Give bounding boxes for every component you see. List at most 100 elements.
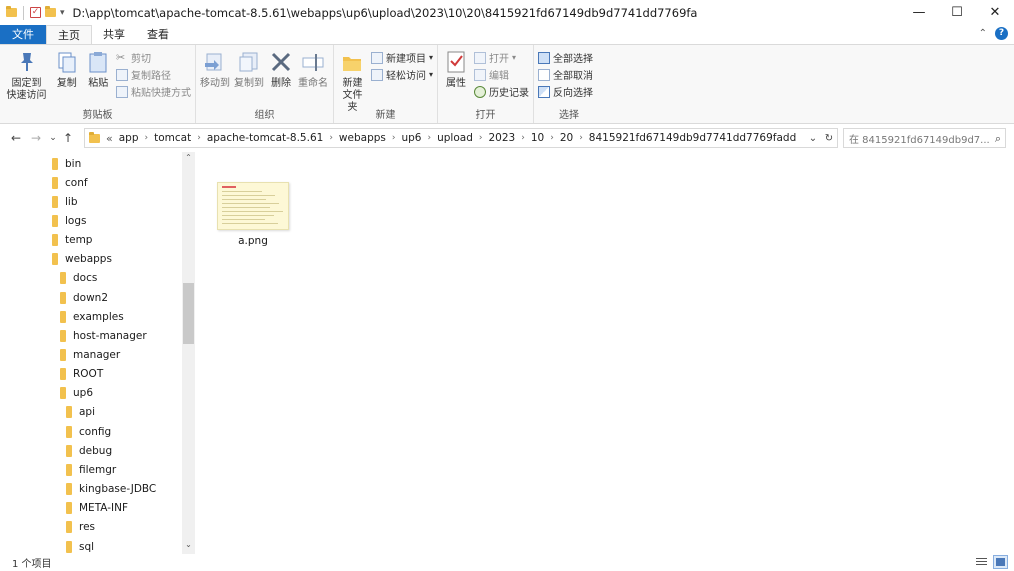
select-all-button[interactable]: 全部选择 xyxy=(538,50,593,65)
search-icon[interactable]: ⌕ xyxy=(995,132,1001,146)
history-button[interactable]: 历史记录 xyxy=(474,84,529,99)
breadcrumb-chevron-icon[interactable]: › xyxy=(579,133,583,143)
nav-tree-item[interactable]: config xyxy=(66,422,111,441)
address-bar[interactable]: « app › tomcat › apache-tomcat-8.5.61 › webapp… xyxy=(84,128,838,148)
copy-path-label: 复制路径 xyxy=(131,71,171,82)
breadcrumb-segment[interactable]: webapps xyxy=(339,132,386,144)
nav-tree-item[interactable]: kingbase-JDBC xyxy=(66,480,156,499)
properties-check-icon[interactable]: ✓ xyxy=(30,7,41,18)
nav-tree-label: kingbase-JDBC xyxy=(79,483,157,496)
breadcrumb-segment[interactable]: tomcat xyxy=(154,132,191,144)
divider xyxy=(23,5,24,20)
search-input[interactable]: 在 8415921fd67149db9d7... ⌕ xyxy=(843,128,1006,148)
breadcrumb-segment[interactable]: app xyxy=(119,132,139,144)
tab-file[interactable]: 文件 xyxy=(0,25,46,44)
new-item-button[interactable]: 新建项目 ▾ xyxy=(370,50,433,65)
address-overflow-indicator[interactable]: « xyxy=(106,132,113,145)
breadcrumb-chevron-icon[interactable]: › xyxy=(428,133,432,143)
edit-button[interactable]: 编辑 xyxy=(474,67,529,82)
select-none-button[interactable]: 全部取消 xyxy=(538,67,593,82)
nav-tree-item[interactable]: webapps xyxy=(52,250,112,269)
breadcrumb-segment[interactable]: apache-tomcat-8.5.61 xyxy=(207,132,324,144)
breadcrumb-chevron-icon[interactable]: › xyxy=(392,133,396,143)
close-button[interactable]: ✕ xyxy=(976,0,1014,25)
nav-tree-item[interactable]: filemgr xyxy=(66,460,116,479)
easy-access-button[interactable]: 轻松访问 ▾ xyxy=(370,67,433,82)
invert-selection-button[interactable]: 反向选择 xyxy=(538,84,593,99)
breadcrumb-segment[interactable]: upload xyxy=(437,132,473,144)
help-icon[interactable]: ? xyxy=(995,27,1008,40)
cut-button[interactable]: ✂ 剪切 xyxy=(116,50,191,65)
breadcrumb-segment[interactable]: 20 xyxy=(560,132,573,144)
tab-view[interactable]: 查看 xyxy=(136,25,180,44)
paste-label: 粘贴 xyxy=(88,78,109,89)
up-arrow-icon[interactable]: ↑ xyxy=(60,131,76,145)
refresh-icon[interactable]: ↻ xyxy=(821,133,837,144)
maximize-button[interactable]: ☐ xyxy=(938,0,976,25)
nav-tree-item[interactable]: conf xyxy=(52,173,88,192)
file-item[interactable]: a.png xyxy=(211,182,295,247)
nav-tree-label: webapps xyxy=(65,253,112,266)
nav-tree-item[interactable]: temp xyxy=(52,231,92,250)
paste-shortcut-button[interactable]: 粘贴快捷方式 xyxy=(116,84,191,99)
breadcrumb-chevron-icon[interactable]: › xyxy=(479,133,483,143)
minimize-button[interactable]: — xyxy=(900,0,938,25)
nav-tree-item[interactable]: api xyxy=(66,403,95,422)
breadcrumb-chevron-icon[interactable]: › xyxy=(329,133,333,143)
breadcrumb-chevron-icon[interactable]: › xyxy=(197,133,201,143)
nav-tree-item[interactable]: docs xyxy=(60,269,97,288)
scissors-icon: ✂ xyxy=(116,50,126,64)
details-view-icon[interactable] xyxy=(974,555,989,569)
tabs-right-controls: ⌃ ? xyxy=(979,27,1008,40)
nav-tree-item[interactable]: logs xyxy=(52,211,86,230)
nav-tree-item[interactable]: ROOT xyxy=(60,365,103,384)
scroll-down-chevron-icon[interactable]: ⌄ xyxy=(182,540,195,549)
breadcrumb-chevron-icon[interactable]: › xyxy=(521,133,525,143)
breadcrumb-segment[interactable]: up6 xyxy=(401,132,421,144)
nav-tree-item[interactable]: examples xyxy=(60,307,124,326)
folder-icon xyxy=(66,483,72,496)
folder-icon xyxy=(66,463,72,476)
delete-label: 删除 xyxy=(271,78,291,89)
collapse-ribbon-icon[interactable]: ⌃ xyxy=(979,28,987,39)
breadcrumb-segment[interactable]: 8415921fd67149db9d7741dd7769fadd xyxy=(589,132,796,144)
scroll-up-chevron-icon[interactable]: ⌃ xyxy=(182,153,195,162)
navigation-scrollbar-track[interactable] xyxy=(182,152,195,554)
customize-toolbar-dropdown[interactable]: ▾ xyxy=(60,8,65,18)
file-list-pane[interactable]: a.png xyxy=(197,152,1014,554)
address-history-chevron-icon[interactable]: ⌄ xyxy=(805,133,821,144)
group-select: 全部选择 全部取消 反向选择 选择 xyxy=(534,45,604,123)
nav-tree-item[interactable]: res xyxy=(66,518,95,537)
breadcrumb-segment[interactable]: 10 xyxy=(531,132,544,144)
large-icons-view-icon[interactable] xyxy=(993,555,1008,569)
nav-tree-label: host-manager xyxy=(73,329,147,342)
breadcrumb-chevron-icon[interactable]: › xyxy=(145,133,149,143)
new-folder-quick-icon[interactable] xyxy=(45,6,56,17)
folder-icon xyxy=(60,349,66,361)
copy-path-button[interactable]: 复制路径 xyxy=(116,67,191,82)
tab-share[interactable]: 共享 xyxy=(92,25,136,44)
breadcrumb-chevron-icon[interactable]: › xyxy=(550,133,554,143)
nav-tree-label: temp xyxy=(65,234,93,247)
navigation-scrollbar-thumb[interactable] xyxy=(183,283,194,344)
nav-tree-item[interactable]: debug xyxy=(66,441,112,460)
new-item-icon xyxy=(370,51,383,64)
nav-tree-item[interactable]: manager xyxy=(60,346,120,365)
breadcrumb-segment[interactable]: 2023 xyxy=(488,132,515,144)
nav-tree-item[interactable]: META-INF xyxy=(66,499,128,518)
nav-tree-item[interactable]: host-manager xyxy=(60,326,147,345)
back-arrow-icon[interactable]: ← xyxy=(6,131,26,145)
tab-home[interactable]: 主页 xyxy=(46,25,92,44)
file-name: a.png xyxy=(238,235,268,247)
nav-tree-item[interactable]: up6 xyxy=(60,384,93,403)
forward-arrow-icon[interactable]: → xyxy=(26,131,46,145)
move-to-label: 移动到 xyxy=(200,78,230,89)
folder-icon xyxy=(60,272,66,285)
nav-tree-label: config xyxy=(79,425,112,438)
nav-tree-item[interactable]: down2 xyxy=(60,288,108,307)
nav-tree-item[interactable]: bin xyxy=(52,154,81,173)
open-button[interactable]: 打开 ▾ xyxy=(474,50,529,65)
nav-tree-item[interactable]: sql xyxy=(66,537,94,554)
recent-locations-chevron-icon[interactable]: ⌄ xyxy=(46,133,60,143)
nav-tree-item[interactable]: lib xyxy=(52,192,78,211)
